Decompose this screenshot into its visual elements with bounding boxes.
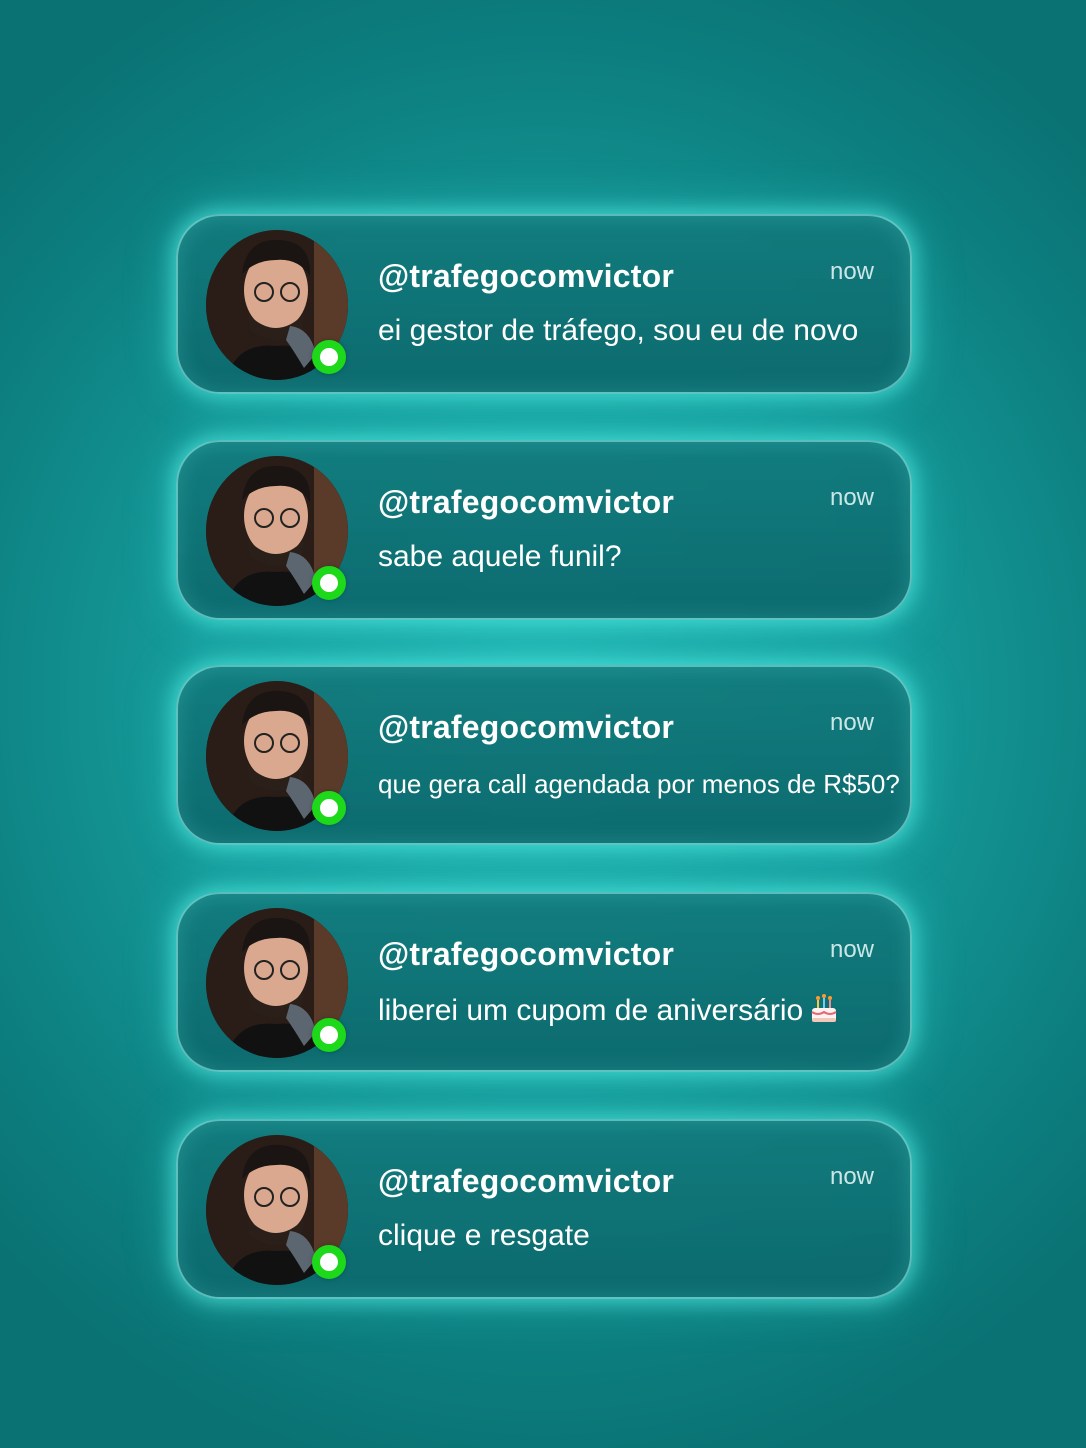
- online-status-indicator: [312, 1245, 346, 1279]
- sender-handle: @trafegocomvictor: [378, 709, 674, 745]
- notification-stack: @trafegocomvictor now ei gestor de tráfe…: [0, 0, 1086, 1448]
- notification-card[interactable]: @trafegocomvictor now ei gestor de tráfe…: [176, 214, 912, 394]
- notification-card[interactable]: @trafegocomvictor now que gera call agen…: [176, 665, 912, 845]
- message-text: que gera call agendada por menos de R$50…: [378, 769, 900, 799]
- timestamp: now: [829, 258, 874, 285]
- message-row: liberei um cupom de aniversário: [378, 992, 839, 1028]
- notification-card[interactable]: @trafegocomvictor now liberei um cupom d…: [176, 892, 912, 1072]
- timestamp: now: [829, 936, 874, 963]
- message-text: sabe aquele funil?: [378, 540, 622, 573]
- message-text: liberei um cupom de aniversário: [378, 994, 804, 1027]
- sender-handle: @trafegocomvictor: [378, 484, 674, 520]
- message-text: clique e resgate: [378, 1219, 590, 1252]
- message-text: ei gestor de tráfego, sou eu de novo: [378, 314, 859, 347]
- timestamp: now: [829, 484, 874, 511]
- timestamp: now: [829, 709, 874, 736]
- sender-handle: @trafegocomvictor: [378, 1163, 674, 1199]
- online-status-indicator: [312, 566, 346, 600]
- notification-card[interactable]: @trafegocomvictor now clique e resgate: [176, 1119, 912, 1299]
- online-status-indicator: [312, 1018, 346, 1052]
- birthday-cake-icon: [809, 992, 839, 1024]
- online-status-indicator: [312, 791, 346, 825]
- notification-card[interactable]: @trafegocomvictor now sabe aquele funil?: [176, 440, 912, 620]
- sender-handle: @trafegocomvictor: [378, 258, 674, 294]
- sender-handle: @trafegocomvictor: [378, 936, 674, 972]
- online-status-indicator: [312, 340, 346, 374]
- timestamp: now: [829, 1163, 874, 1190]
